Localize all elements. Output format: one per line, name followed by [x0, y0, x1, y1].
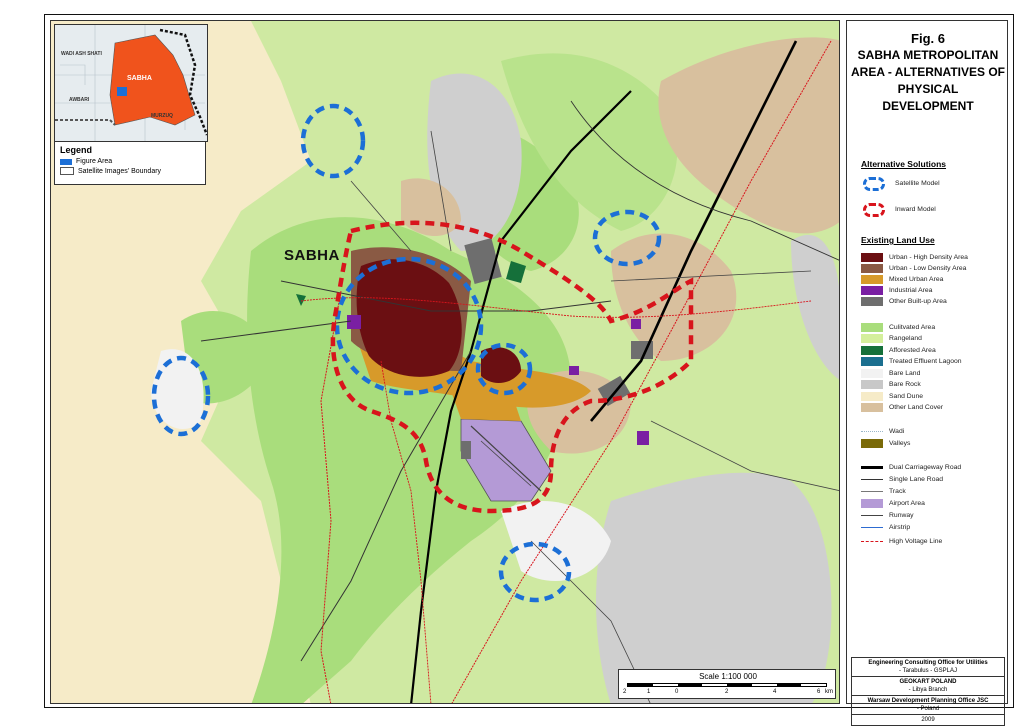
satellite-model-swatch — [863, 176, 885, 191]
legend-bare-land: Bare Land — [861, 369, 920, 378]
scale-tick: 4 — [773, 689, 777, 695]
legend-urban-low: Urban - Low Density Area — [861, 264, 966, 273]
legend-label: Sand Dune — [889, 393, 924, 400]
credit-row: GEOKART POLAND - Libya Branch — [852, 677, 1004, 696]
inset-legend-title: Legend — [60, 145, 93, 155]
legend-urban-high: Urban - High Density Area — [861, 253, 968, 262]
legend-airport: Airport Area — [861, 499, 925, 508]
legend-label: Culitvated Area — [889, 324, 936, 331]
legend-label: Bare Rock — [889, 381, 921, 388]
inset-legend-label: Satellite Images' Boundary — [78, 167, 162, 175]
legend-runway: Runway — [861, 511, 914, 520]
figure-title: SABHA METROPOLITAN AREA - ALTERNATIVES O… — [851, 47, 1005, 115]
figure-area-marker — [117, 87, 127, 96]
legend-high-voltage: High Voltage Line — [861, 537, 942, 546]
legend-label: High Voltage Line — [889, 538, 943, 545]
legend-label: Afforested Area — [889, 347, 936, 354]
scale-text: Scale 1:100 000 — [699, 672, 757, 681]
scale-tick: 2 — [623, 689, 627, 695]
scale-tick: 1 — [647, 689, 651, 695]
legend-label: Airstrip — [889, 524, 911, 531]
legend-track: Track — [861, 487, 906, 496]
legend-bare-rock: Bare Rock — [861, 380, 921, 389]
legend-dual-carriageway: Dual Carriageway Road — [861, 463, 961, 472]
legend-other-land-cover: Other Land Cover — [861, 403, 943, 412]
legend-wadi: Wadi — [861, 427, 904, 436]
legend-label: Other Built-up Area — [889, 298, 947, 305]
legend-label: Treated Effluent Lagoon — [889, 358, 962, 365]
inset-label-murzuq: MURZUQ — [151, 113, 173, 119]
city-label: SABHA — [284, 247, 340, 264]
credit-row: Engineering Consulting Office for Utilit… — [852, 658, 1004, 677]
scale-tick: 0 — [675, 689, 679, 695]
legend-label: Bare Land — [889, 370, 921, 377]
legend-label: Rangeland — [889, 335, 922, 342]
credits-block: Engineering Consulting Office for Utilit… — [851, 657, 1005, 726]
boundary-swatch — [60, 167, 74, 175]
legend-label: Dual Carriageway Road — [889, 464, 962, 471]
legend-label: Valleys — [889, 440, 911, 447]
legend-valleys: Valleys — [861, 439, 910, 448]
legend-label: Airport Area — [889, 500, 925, 507]
legend-cultivated: Culitvated Area — [861, 323, 935, 332]
legend-label: Runway — [889, 512, 914, 519]
inset-legend-label: Figure Area — [76, 158, 113, 165]
legend-inward-model: Inward Model — [863, 202, 936, 217]
inward-model-swatch — [863, 202, 885, 217]
legend-label: Inward Model — [895, 206, 936, 213]
inset-label-awbari: AWBARI — [69, 97, 90, 103]
legend-label: Wadi — [889, 428, 905, 435]
title-line: SABHA METROPOLITAN — [857, 48, 999, 62]
inset-label-sabha: SABHA — [127, 75, 152, 82]
inset-legend: Legend Figure Area Satellite Images' Bou… — [54, 141, 206, 185]
inset-legend-boundary: Satellite Images' Boundary — [60, 167, 200, 175]
scale-tick: 2 — [725, 689, 729, 695]
legend-label: Satellite Model — [895, 180, 940, 187]
legend-airstrip: Airstrip — [861, 523, 910, 532]
alternatives-title: Alternative Solutions — [861, 159, 947, 169]
legend-label: Mixed Urban Area — [889, 276, 944, 283]
legend-label: Track — [889, 488, 906, 495]
title-line: AREA - ALTERNATIVES OF — [851, 65, 1005, 79]
legend-sand-dune: Sand Dune — [861, 392, 923, 401]
legend-panel: Fig. 6 SABHA METROPOLITAN AREA - ALTERNA… — [846, 20, 1008, 726]
figure-area-swatch — [60, 158, 72, 165]
land-use-title: Existing Land Use — [861, 235, 935, 245]
legend-label: Other Land Cover — [889, 404, 944, 411]
industrial-area — [347, 315, 361, 329]
scale-bar — [627, 683, 827, 687]
inset-label-wadi: WADI ASH SHATI — [61, 51, 102, 57]
figure-number: Fig. 6 — [911, 31, 945, 46]
inset-legend-figure-area: Figure Area — [60, 158, 200, 165]
legend-satellite-model: Satellite Model — [863, 176, 940, 191]
legend-afforested: Afforested Area — [861, 346, 936, 355]
legend-mixed-urban: Mixed Urban Area — [861, 275, 943, 284]
scale-box: Scale 1:100 000 2 1 0 2 4 6 km — [618, 669, 836, 699]
inset-locator-map: WADI ASH SHATI SABHA AWBARI MURZUQ — [54, 24, 208, 142]
legend-label: Urban - High Density Area — [889, 254, 968, 261]
legend-industrial: Industrial Area — [861, 286, 932, 295]
legend-rangeland: Rangeland — [861, 334, 922, 343]
scale-tick: km — [825, 689, 833, 695]
legend-label: Industrial Area — [889, 287, 933, 294]
title-line: PHYSICAL DEVELOPMENT — [882, 82, 974, 113]
legend-label: Urban - Low Density Area — [889, 265, 967, 272]
legend-single-lane: Single Lane Road — [861, 475, 943, 484]
legend-label: Single Lane Road — [889, 476, 944, 483]
legend-lagoon: Treated Effluent Lagoon — [861, 357, 962, 366]
scale-tick: 6 — [817, 689, 821, 695]
credit-row: Warsaw Development Planning Office JSC - … — [852, 696, 1004, 715]
legend-other-built-up: Other Built-up Area — [861, 297, 947, 306]
